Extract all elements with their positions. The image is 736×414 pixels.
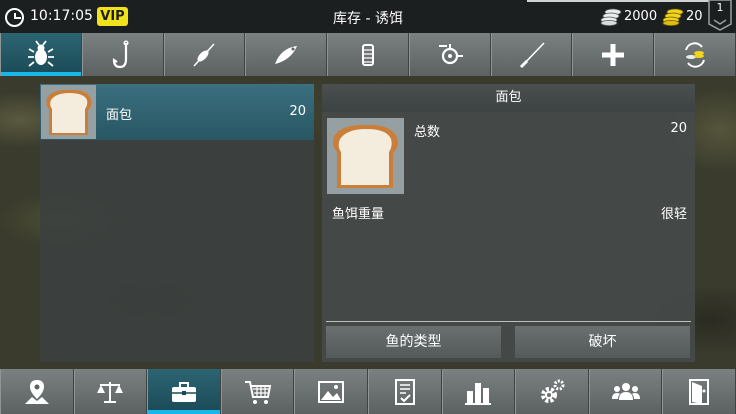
detail-thumbnail (327, 118, 404, 194)
xp-progress-line (527, 0, 711, 2)
tab-floats[interactable] (163, 33, 246, 76)
bait-category-tabs (0, 33, 736, 76)
nav-map[interactable] (0, 369, 74, 414)
bait-weight-label: 鱼饵重量 (332, 207, 385, 222)
tab-exchange[interactable] (654, 33, 736, 76)
rod-icon (519, 41, 545, 68)
gold-amount: 20 (686, 9, 703, 24)
reel-icon (438, 43, 463, 64)
list-item[interactable]: 面包 20 (40, 84, 314, 140)
exchange-icon (685, 41, 706, 68)
bar-chart-icon (465, 382, 492, 405)
nav-gallery[interactable] (294, 369, 368, 414)
checklist-icon (394, 378, 415, 405)
detail-title: 面包 (322, 84, 695, 112)
list-item-name: 面包 (106, 108, 133, 123)
bread-icon (333, 124, 398, 188)
hook-icon (112, 39, 129, 68)
map-location-icon (24, 379, 49, 404)
bait-list: 面包 20 (40, 84, 314, 362)
nav-statistics[interactable] (441, 369, 516, 414)
tab-add[interactable] (572, 33, 655, 76)
nav-friends[interactable] (588, 369, 663, 414)
total-label: 总数 (414, 125, 441, 140)
line-icon (362, 43, 375, 66)
status-bar: 10:17:05 VIP 库存 - 诱饵 2000 20 1 (0, 0, 736, 33)
exit-icon (689, 378, 710, 405)
tab-lines[interactable] (327, 33, 409, 76)
nav-quests[interactable] (367, 369, 442, 414)
total-value: 20 (670, 121, 687, 136)
lure-icon (275, 45, 298, 64)
nav-settings[interactable] (515, 369, 589, 414)
bait-weight-value: 很轻 (660, 207, 687, 222)
player-level: 1 (716, 1, 724, 14)
toolbox-icon (171, 381, 196, 402)
gold-coins-icon (662, 8, 684, 26)
gallery-icon (318, 380, 345, 403)
float-icon (193, 42, 216, 67)
tab-baits[interactable] (0, 33, 82, 76)
nav-weigh[interactable] (73, 369, 148, 414)
silver-amount: 2000 (624, 9, 658, 24)
destroy-button[interactable]: 破坏 (515, 326, 690, 358)
settings-icon (540, 379, 565, 403)
tab-lures[interactable] (245, 33, 328, 76)
shopping-cart-icon (244, 380, 271, 404)
silver-coins-icon (600, 8, 622, 26)
scales-icon (97, 381, 124, 403)
nav-shop[interactable] (220, 369, 295, 414)
tab-reels[interactable] (408, 33, 491, 76)
bottom-navigation (0, 369, 736, 414)
plus-icon (602, 43, 625, 66)
bug-icon (27, 39, 54, 67)
nav-inventory[interactable] (147, 369, 221, 414)
item-detail-panel: 面包 总数 20 鱼饵重量 很轻 鱼的类型 破坏 (322, 84, 695, 362)
list-item-thumbnail (41, 85, 96, 139)
bread-icon (46, 89, 92, 135)
fish-types-button[interactable]: 鱼的类型 (326, 326, 501, 358)
divider (326, 321, 691, 322)
friends-icon (611, 382, 640, 400)
list-item-count: 20 (289, 104, 306, 119)
tab-rods[interactable] (490, 33, 573, 76)
tab-hooks[interactable] (81, 33, 164, 76)
nav-exit[interactable] (662, 369, 736, 414)
